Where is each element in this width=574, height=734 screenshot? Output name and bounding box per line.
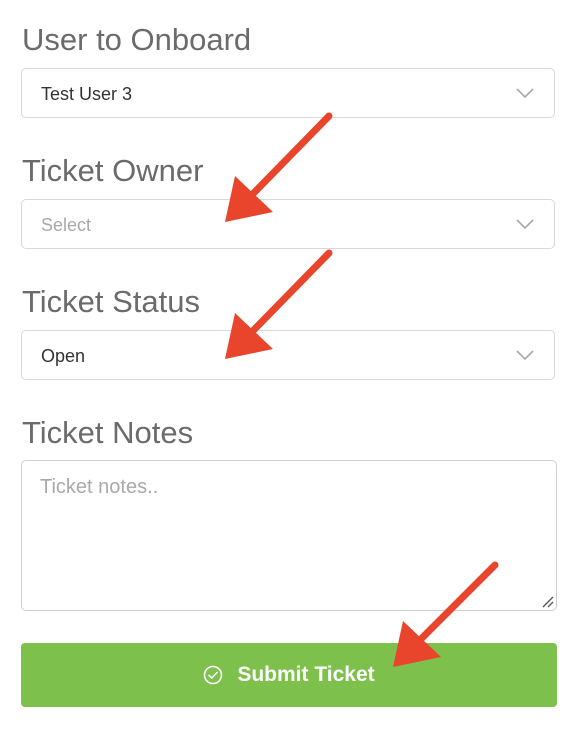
ticket-owner-label: Ticket Owner (22, 153, 204, 188)
ticket-notes-placeholder: Ticket notes.. (40, 476, 159, 498)
user-to-onboard-select[interactable]: Test User 3 (21, 68, 555, 118)
ticket-notes-label: Ticket Notes (22, 415, 194, 450)
ticket-owner-select[interactable]: Select (21, 199, 555, 249)
submit-ticket-button[interactable]: Submit Ticket (21, 643, 557, 707)
chevron-down-icon (516, 350, 534, 361)
user-to-onboard-label: User to Onboard (22, 22, 252, 57)
ticket-notes-textarea[interactable]: Ticket notes.. (21, 460, 557, 611)
ticket-owner-placeholder: Select (41, 215, 92, 235)
ticket-status-label: Ticket Status (22, 284, 201, 319)
chevron-down-icon (516, 219, 534, 230)
onboarding-ticket-form: User to Onboard Test User 3 Ticket Owner… (0, 0, 574, 734)
chevron-down-icon (516, 88, 534, 99)
ticket-status-value: Open (41, 346, 86, 366)
resize-grip-icon[interactable] (540, 594, 554, 608)
user-to-onboard-value: Test User 3 (41, 84, 133, 104)
ticket-status-select[interactable]: Open (21, 330, 555, 380)
check-circle-icon (204, 665, 223, 685)
submit-ticket-label: Submit Ticket (237, 663, 375, 686)
